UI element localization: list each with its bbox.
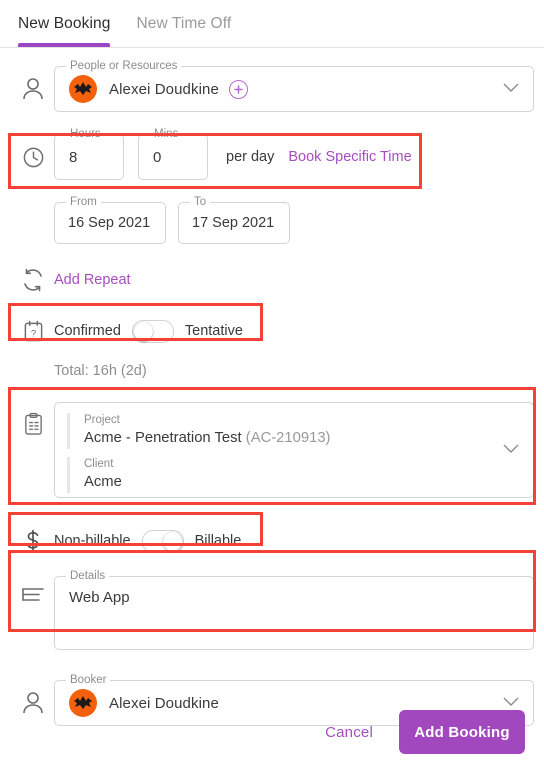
tab-new-time-off[interactable]: New Time Off xyxy=(136,0,231,47)
per-day-label: per day xyxy=(226,149,275,165)
client-value: Acme xyxy=(84,474,122,490)
client-label: Client xyxy=(84,458,114,470)
add-repeat-link[interactable]: Add Repeat xyxy=(54,272,131,288)
project-name: Acme - Penetration Test xyxy=(84,430,242,446)
tab-new-booking[interactable]: New Booking xyxy=(18,0,111,47)
tab-new-time-off-label: New Time Off xyxy=(136,14,232,32)
svg-text:?: ? xyxy=(30,328,35,339)
status-left-label: Confirmed xyxy=(54,323,121,339)
status-row: ? Confirmed Tentative xyxy=(0,314,544,348)
from-date-value: 16 Sep 2021 xyxy=(68,215,151,231)
client-group: Client Acme xyxy=(67,457,533,493)
details-value: Web App xyxy=(69,589,130,606)
hours-legend: Hours xyxy=(66,128,105,141)
people-selected-name: Alexei Doudkine xyxy=(109,80,219,98)
from-legend: From xyxy=(66,196,101,209)
add-booking-button[interactable]: Add Booking xyxy=(399,710,525,754)
project-code: (AC-210913) xyxy=(245,430,331,446)
project-group: Project Acme - Penetration Test (AC-2109… xyxy=(67,413,533,449)
repeat-icon xyxy=(12,266,54,294)
people-legend: People or Resources xyxy=(66,60,182,73)
project-value: Acme - Penetration Test (AC-210913) xyxy=(84,428,533,449)
book-specific-time-link[interactable]: Book Specific Time xyxy=(288,149,411,165)
cancel-button[interactable]: Cancel xyxy=(309,714,389,751)
repeat-row: Add Repeat xyxy=(0,266,544,294)
avatar xyxy=(69,75,97,103)
footer-actions: Cancel Add Booking xyxy=(0,710,544,754)
notes-icon xyxy=(12,576,54,660)
dates-icon-spacer xyxy=(12,202,54,244)
hours-input[interactable]: Hours 8 xyxy=(54,128,124,180)
calendar-question-icon: ? xyxy=(12,314,54,348)
project-select[interactable]: Project Acme - Penetration Test (AC-2109… xyxy=(54,402,534,498)
project-label: Project xyxy=(84,414,120,426)
mins-value: 0 xyxy=(153,148,162,166)
to-legend: To xyxy=(190,196,211,209)
billable-left-label: Non-billable xyxy=(54,533,131,549)
chevron-down-icon[interactable] xyxy=(503,441,519,459)
clock-icon xyxy=(12,134,54,180)
billable-right-label: Billable xyxy=(194,533,242,549)
booker-selected-name: Alexei Doudkine xyxy=(109,694,219,712)
mins-input[interactable]: Mins 0 xyxy=(138,128,208,180)
toggle-knob xyxy=(162,531,182,551)
details-row: Details Web App xyxy=(0,570,544,660)
person-icon xyxy=(12,66,54,112)
total-row: Total: 16h (2d) xyxy=(0,362,544,380)
mins-legend: Mins xyxy=(150,128,183,141)
status-right-label: Tentative xyxy=(184,323,243,339)
from-date-input[interactable]: From 16 Sep 2021 xyxy=(54,196,166,244)
details-textarea[interactable]: Details Web App xyxy=(54,570,534,650)
dates-row: From 16 Sep 2021 To 17 Sep 2021 xyxy=(0,196,544,244)
plus-circle-icon[interactable] xyxy=(228,79,248,99)
total-label: Total: 16h (2d) xyxy=(54,363,147,379)
tab-new-booking-label: New Booking xyxy=(18,14,111,32)
people-row: People or Resources Alexei Doudkine xyxy=(0,60,544,112)
to-date-value: 17 Sep 2021 xyxy=(192,215,275,231)
booker-legend: Booker xyxy=(66,674,111,687)
confirmed-tentative-toggle[interactable] xyxy=(131,319,174,343)
project-row: Project Acme - Penetration Test (AC-2109… xyxy=(0,402,544,508)
to-date-input[interactable]: To 17 Sep 2021 xyxy=(178,196,290,244)
people-select[interactable]: People or Resources Alexei Doudkine xyxy=(54,60,534,112)
duration-row: Hours 8 Mins 0 per day Book Specific Tim… xyxy=(0,128,544,180)
billable-toggle[interactable] xyxy=(141,529,184,553)
chevron-down-icon[interactable] xyxy=(503,80,519,98)
details-legend: Details xyxy=(66,570,110,583)
dollar-icon xyxy=(12,526,54,556)
hours-value: 8 xyxy=(69,148,78,166)
tab-bar: New Booking New Time Off xyxy=(0,0,544,48)
clipboard-icon xyxy=(12,402,54,508)
billable-row: Non-billable Billable xyxy=(0,526,544,556)
toggle-knob xyxy=(133,321,153,341)
